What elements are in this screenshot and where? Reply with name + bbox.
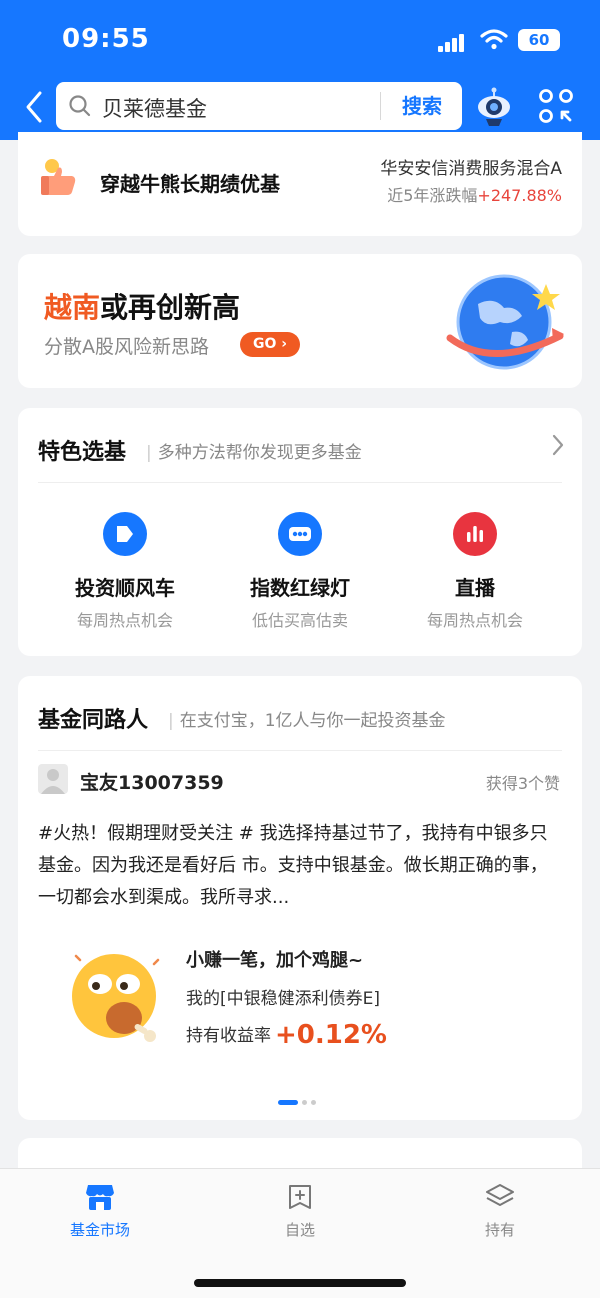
username[interactable]: 宝友13007359 — [80, 768, 224, 795]
home-indicator — [194, 1279, 406, 1287]
search-button[interactable]: 搜索 — [382, 82, 462, 130]
vietnam-banner[interactable]: 越南或再创新高 分散A股风险新思路 GO › — [18, 254, 582, 388]
emoji-drumstick-icon — [72, 954, 160, 1042]
header: 09:55 60 贝莱德基金 搜索 — [0, 0, 600, 140]
likes-count: 获得3个赞 — [485, 774, 560, 793]
note-fund[interactable]: 我的[中银稳健添利债券E] — [186, 984, 380, 1009]
post-text[interactable]: #火热！假期理财受关注 # 我选择持基过节了，我持有中银多只基金。因为我还是看好… — [38, 818, 564, 914]
avatar[interactable] — [38, 764, 68, 794]
divider — [38, 750, 562, 751]
traffic-light-icon — [278, 512, 322, 556]
note-title: 小赚一笔，加个鸡腿~ — [186, 950, 364, 971]
featured-subtitle: 多种方法帮你发现更多基金 — [146, 438, 362, 463]
return-rate-label: 持有收益率 — [186, 1026, 271, 1046]
note-return: 持有收益率 +0.12% — [186, 1020, 387, 1050]
carousel-dots — [278, 1100, 320, 1119]
promo-fund-name: 华安安信消费服务混合A — [380, 159, 562, 179]
add-favorite-icon — [289, 1185, 311, 1209]
scan-icon[interactable] — [538, 88, 574, 124]
go-button[interactable]: GO › — [240, 332, 300, 357]
search-divider — [380, 92, 381, 120]
cellular-signal-icon — [438, 32, 470, 52]
search-bar[interactable]: 贝莱德基金 搜索 — [56, 82, 462, 130]
feature-item-index-lights[interactable]: 指数红绿灯 低估买高估卖 — [215, 512, 385, 631]
divider — [38, 482, 562, 483]
banner-headline-rest: 或再创新高 — [100, 291, 241, 324]
globe-icon — [446, 274, 564, 370]
tab-label: 持有 — [484, 1221, 515, 1239]
feature-sublabel: 每周热点机会 — [76, 611, 173, 630]
promo-fund-card[interactable]: 穿越牛熊长期绩优基 华安安信消费服务混合A 近5年涨跌幅+247.88% — [18, 132, 582, 236]
feature-item-live[interactable]: 直播 每周热点机会 — [390, 512, 560, 631]
feature-item-tailwind[interactable]: 投资顺风车 每周热点机会 — [40, 512, 210, 631]
return-rate-value: +0.12% — [275, 1020, 387, 1050]
status-time: 09:55 — [62, 24, 150, 54]
chevron-right-icon[interactable] — [552, 434, 564, 456]
feature-sublabel: 每周热点机会 — [426, 611, 523, 630]
community-subtitle: 在支付宝，1亿人与你一起投资基金 — [168, 706, 446, 731]
promo-fund-performance: 近5年涨跌幅+247.88% — [387, 182, 562, 206]
feature-label: 投资顺风车 — [75, 576, 175, 600]
battery-indicator: 60 — [518, 29, 560, 51]
status-bar: 09:55 60 — [0, 22, 600, 62]
search-input[interactable]: 贝莱德基金 — [102, 93, 207, 123]
tag-icon — [103, 512, 147, 556]
assistant-robot-icon[interactable] — [474, 86, 514, 128]
user-avatar-icon — [41, 769, 65, 794]
go-label: GO — [252, 336, 277, 352]
community-title: 基金同路人 — [38, 708, 149, 733]
thumbs-up-icon — [41, 159, 76, 195]
tab-fund-market[interactable]: 基金市场 — [40, 1183, 160, 1240]
tab-watchlist[interactable]: 自选 — [240, 1183, 360, 1240]
feature-label: 指数红绿灯 — [250, 576, 350, 600]
perf-label: 近5年涨跌幅 — [387, 186, 478, 205]
community-card: 基金同路人 在支付宝，1亿人与你一起投资基金 宝友13007359 获得3个赞 … — [18, 676, 582, 1120]
banner-headline-highlight: 越南 — [44, 291, 101, 324]
tab-holdings[interactable]: 持有 — [440, 1183, 560, 1240]
banner-subtitle: 分散A股风险新思路 — [44, 336, 209, 358]
featured-title: 特色选基 — [38, 440, 127, 465]
wifi-icon — [480, 29, 508, 50]
back-icon[interactable] — [24, 90, 44, 124]
perf-value: +247.88% — [477, 186, 562, 205]
banner-headline: 越南或再创新高 — [44, 286, 240, 326]
tab-label: 自选 — [284, 1221, 315, 1239]
feature-label: 直播 — [455, 576, 495, 600]
store-icon — [86, 1185, 114, 1210]
feature-sublabel: 低估买高估卖 — [251, 611, 348, 630]
tab-label: 基金市场 — [69, 1221, 130, 1239]
search-icon — [69, 95, 91, 117]
bar-chart-icon — [453, 512, 497, 556]
layers-icon — [486, 1184, 514, 1206]
promo-title: 穿越牛熊长期绩优基 — [100, 172, 280, 196]
featured-picks-card: 特色选基 多种方法帮你发现更多基金 投资顺风车 每周热点机会 指数红绿灯 低估买… — [18, 408, 582, 656]
